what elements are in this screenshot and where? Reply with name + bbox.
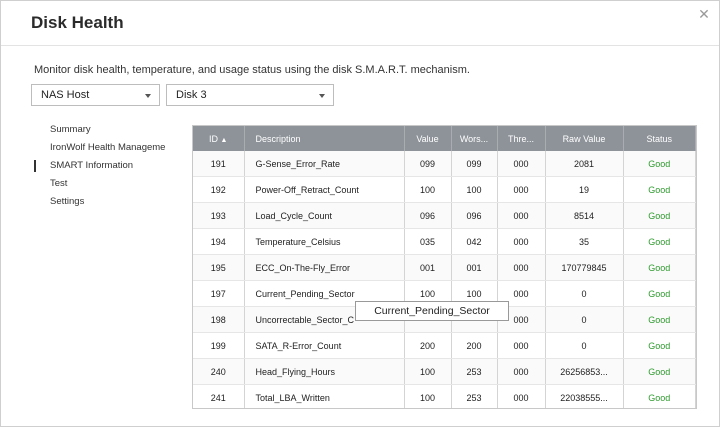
- sidebar-item-summary[interactable]: Summary: [34, 121, 184, 139]
- cell-worst: 001: [451, 254, 498, 281]
- host-select-value: NAS Host: [41, 89, 90, 101]
- cell-raw: 26256853...: [545, 358, 624, 385]
- cell-description: Head_Flying_Hours: [244, 358, 405, 385]
- table-row[interactable]: 240 Head_Flying_Hours 100 253 000 26256853...…: [193, 358, 696, 385]
- cell-id: 199: [193, 332, 245, 359]
- cell-id: 197: [193, 280, 245, 307]
- cell-threshold: 000: [497, 176, 546, 203]
- cell-description: G-Sense_Error_Rate: [244, 151, 405, 177]
- sidebar-nav: Summary IronWolf Health Manageme SMART I…: [34, 121, 184, 211]
- cell-value: 001: [404, 254, 452, 281]
- cell-status: Good: [623, 384, 696, 408]
- cell-raw: 170779845: [545, 254, 624, 281]
- cell-raw: 22038555...: [545, 384, 624, 408]
- cell-worst: 100: [451, 176, 498, 203]
- chevron-down-icon: [145, 94, 151, 98]
- cell-worst: 096: [451, 202, 498, 229]
- cell-value: 035: [404, 228, 452, 255]
- sidebar-item-smart-information[interactable]: SMART Information: [34, 157, 184, 175]
- cell-id: 198: [193, 306, 245, 333]
- table-row[interactable]: 194 Temperature_Celsius 035 042 000 35 Good: [193, 228, 696, 255]
- chevron-down-icon: [319, 94, 325, 98]
- cell-status: Good: [623, 254, 696, 281]
- cell-worst: 042: [451, 228, 498, 255]
- dialog-title: Disk Health: [31, 13, 124, 32]
- smart-table: ID ▲ Description Value Wors... Thre... R…: [192, 125, 697, 409]
- dialog-header: Disk Health ✕: [1, 1, 719, 46]
- table-row[interactable]: 192 Power-Off_Retract_Count 100 100 000 19 Goo…: [193, 176, 696, 203]
- cell-threshold: 000: [497, 332, 546, 359]
- cell-id: 195: [193, 254, 245, 281]
- cell-status: Good: [623, 151, 696, 177]
- cell-description: SATA_R-Error_Count: [244, 332, 405, 359]
- cell-description: Temperature_Celsius: [244, 228, 405, 255]
- cell-status: Good: [623, 306, 696, 333]
- disk-health-dialog: Disk Health ✕ Monitor disk health, tempe…: [0, 0, 720, 427]
- cell-id: 193: [193, 202, 245, 229]
- host-select[interactable]: NAS Host: [31, 84, 160, 106]
- cell-status: Good: [623, 176, 696, 203]
- cell-id: 194: [193, 228, 245, 255]
- table-row[interactable]: 195 ECC_On-The-Fly_Error 001 001 000 17077984…: [193, 254, 696, 281]
- cell-value: 100: [404, 358, 452, 385]
- cell-threshold: 000: [497, 228, 546, 255]
- cell-id: 241: [193, 384, 245, 408]
- cell-worst: 253: [451, 358, 498, 385]
- cell-raw: 19: [545, 176, 624, 203]
- sidebar-item-settings[interactable]: Settings: [34, 193, 184, 211]
- column-header-threshold[interactable]: Thre...: [497, 126, 546, 151]
- cell-threshold: 000: [497, 384, 546, 408]
- cell-status: Good: [623, 280, 696, 307]
- table-row[interactable]: 193 Load_Cycle_Count 096 096 000 8514 Good: [193, 202, 696, 229]
- sort-up-icon: ▲: [220, 136, 228, 144]
- cell-worst: 200: [451, 332, 498, 359]
- cell-description: ECC_On-The-Fly_Error: [244, 254, 405, 281]
- cell-value: 100: [404, 176, 452, 203]
- cell-raw: 35: [545, 228, 624, 255]
- cell-raw: 0: [545, 306, 624, 333]
- cell-worst: 099: [451, 151, 498, 177]
- cell-raw: 0: [545, 280, 624, 307]
- cell-value: 100: [404, 384, 452, 408]
- column-header-description[interactable]: Description: [244, 126, 405, 151]
- cell-threshold: 000: [497, 358, 546, 385]
- disk-select-value: Disk 3: [176, 89, 207, 101]
- cell-threshold: 000: [497, 202, 546, 229]
- cell-id: 240: [193, 358, 245, 385]
- cell-worst: 253: [451, 384, 498, 408]
- cell-status: Good: [623, 228, 696, 255]
- table-row[interactable]: 241 Total_LBA_Written 100 253 000 22038555...…: [193, 384, 696, 408]
- cell-description: Total_LBA_Written: [244, 384, 405, 408]
- dialog-description: Monitor disk health, temperature, and us…: [34, 64, 470, 76]
- table-header-row: ID ▲ Description Value Wors... Thre... R…: [193, 126, 696, 151]
- cell-description: Power-Off_Retract_Count: [244, 176, 405, 203]
- cell-value: 200: [404, 332, 452, 359]
- cell-threshold: 000: [497, 151, 546, 177]
- cell-status: Good: [623, 358, 696, 385]
- column-header-value[interactable]: Value: [404, 126, 452, 151]
- sidebar-item-ironwolf-health[interactable]: IronWolf Health Manageme: [34, 139, 184, 157]
- column-header-id[interactable]: ID ▲: [193, 126, 245, 151]
- cell-raw: 0: [545, 332, 624, 359]
- column-header-raw-value[interactable]: Raw Value: [545, 126, 624, 151]
- column-header-status[interactable]: Status: [623, 126, 696, 151]
- column-header-worst[interactable]: Wors...: [451, 126, 498, 151]
- cell-status: Good: [623, 332, 696, 359]
- table-row[interactable]: 199 SATA_R-Error_Count 200 200 000 0 Good: [193, 332, 696, 359]
- cell-id: 191: [193, 151, 245, 177]
- table-row[interactable]: 191 G-Sense_Error_Rate 099 099 000 2081 Good: [193, 151, 696, 177]
- cell-raw: 8514: [545, 202, 624, 229]
- cell-raw: 2081: [545, 151, 624, 177]
- cell-description: Load_Cycle_Count: [244, 202, 405, 229]
- description-tooltip: Current_Pending_Sector: [355, 301, 509, 321]
- sidebar-item-test[interactable]: Test: [34, 175, 184, 193]
- cell-value: 099: [404, 151, 452, 177]
- cell-threshold: 000: [497, 254, 546, 281]
- close-icon[interactable]: ✕: [697, 7, 711, 21]
- cell-id: 192: [193, 176, 245, 203]
- disk-select[interactable]: Disk 3: [166, 84, 334, 106]
- cell-value: 096: [404, 202, 452, 229]
- cell-status: Good: [623, 202, 696, 229]
